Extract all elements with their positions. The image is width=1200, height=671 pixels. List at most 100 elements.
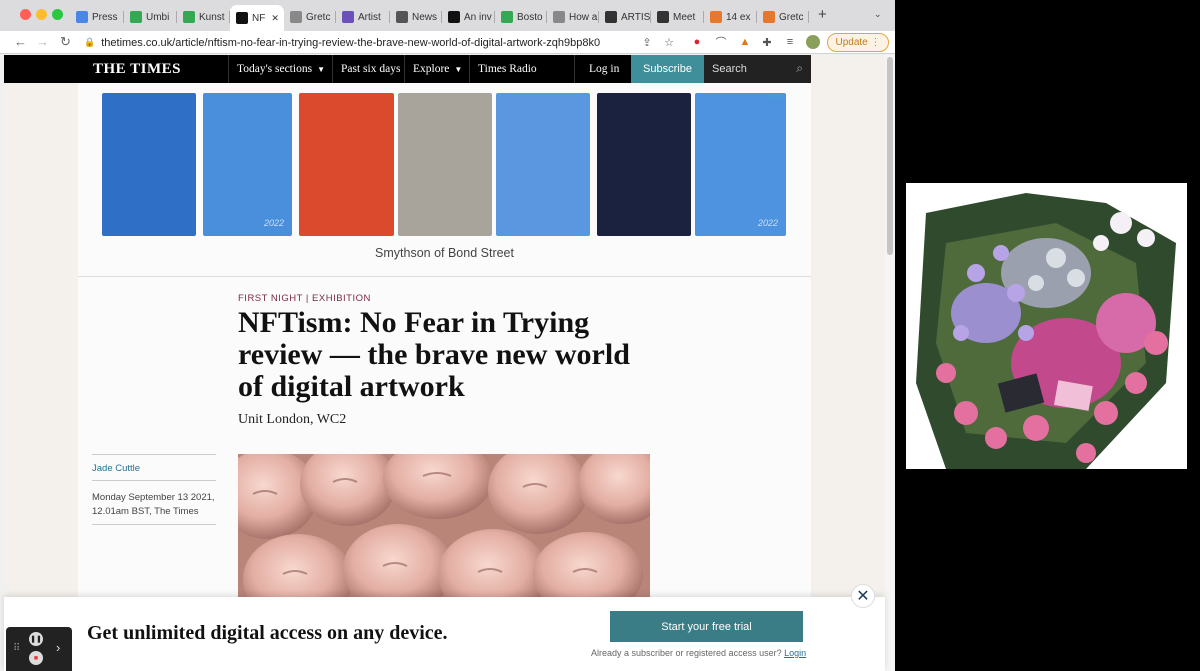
- browser-tab[interactable]: Bosto: [495, 5, 547, 29]
- author-link[interactable]: Jade Cuttle: [92, 463, 140, 474]
- browser-tab[interactable]: 14 ex: [704, 5, 757, 29]
- tab-search-chevron-icon[interactable]: ⌄: [874, 9, 882, 20]
- close-tab-icon[interactable]: ✕: [271, 13, 279, 24]
- favicon-icon: [342, 11, 354, 23]
- article-standfirst: Unit London, WC2: [238, 412, 347, 427]
- extension-icon[interactable]: ⌒: [714, 35, 728, 49]
- notebook-image: [398, 93, 492, 236]
- browser-tab[interactable]: Artist: [336, 5, 390, 29]
- free-trial-button[interactable]: Start your free trial: [610, 611, 803, 642]
- reading-list-icon[interactable]: ≡: [783, 35, 797, 49]
- update-button[interactable]: Update ⋮: [827, 33, 889, 52]
- tab-label: Gretc: [779, 11, 804, 23]
- scrollbar-thumb[interactable]: [887, 57, 893, 255]
- publish-date: Monday September 13 2021, 12.01am BST, T…: [92, 492, 215, 517]
- zoom-window-button[interactable]: [52, 9, 63, 20]
- subscribe-button[interactable]: Subscribe: [631, 55, 704, 83]
- metamask-icon[interactable]: ▲: [738, 35, 752, 49]
- close-icon[interactable]: ✕: [851, 584, 875, 608]
- divider: [92, 454, 216, 455]
- address-bar[interactable]: 🔒 thetimes.co.uk/article/nftism-no-fear-…: [84, 33, 684, 52]
- chevron-down-icon: ▼: [317, 64, 325, 74]
- browser-tab[interactable]: How a: [547, 5, 599, 29]
- tab-label: Artist: [358, 11, 381, 23]
- favicon-icon: [553, 11, 565, 23]
- login-link[interactable]: Login: [784, 648, 806, 658]
- new-tab-button[interactable]: +: [818, 6, 827, 23]
- stop-icon[interactable]: ■: [29, 651, 43, 665]
- forward-icon[interactable]: →: [36, 34, 49, 49]
- search-icon[interactable]: ⌕: [796, 61, 803, 76]
- article-kicker[interactable]: FIRST NIGHT | EXHIBITION: [238, 293, 371, 304]
- drag-handle-icon[interactable]: ⠿: [13, 643, 20, 654]
- browser-tab[interactable]: Meet: [651, 5, 704, 29]
- favicon-icon: [76, 11, 88, 23]
- close-window-button[interactable]: [20, 9, 31, 20]
- browser-tab[interactable]: Kunst: [177, 5, 230, 29]
- chevron-right-icon[interactable]: ›: [56, 640, 60, 655]
- profile-avatar[interactable]: [806, 35, 820, 49]
- page-scrollbar[interactable]: [885, 55, 895, 671]
- notebook-image: [597, 93, 691, 236]
- notebook-image: [102, 93, 196, 236]
- favicon-icon: [710, 11, 722, 23]
- advertisement[interactable]: 2022 2022 ▷ ✕ Smythson of Bond Street: [78, 83, 811, 277]
- tab-label: Umbi: [146, 11, 170, 23]
- search-input[interactable]: Search ⌕: [704, 55, 811, 83]
- adchoices-icon[interactable]: ▷ ✕: [768, 91, 785, 102]
- notebook-image: 2022: [695, 93, 786, 236]
- chevron-down-icon: ▼: [454, 64, 463, 74]
- article-hero-image: [238, 454, 650, 604]
- browser-tab[interactable]: Press: [70, 5, 124, 29]
- minimize-window-button[interactable]: [36, 9, 47, 20]
- favicon-icon: [396, 11, 408, 23]
- paywall-message: Get unlimited digital access on any devi…: [87, 622, 448, 644]
- tab-label: News: [412, 11, 438, 23]
- notebook-image: 2022: [203, 93, 292, 236]
- year-label: 2022: [757, 218, 778, 228]
- notebook-image: [496, 93, 590, 236]
- back-icon[interactable]: ←: [14, 34, 27, 49]
- divider: [92, 480, 216, 481]
- lock-icon: 🔒: [84, 37, 96, 47]
- screen-recorder-widget: ⠿ ❚❚ ■ ›: [6, 627, 72, 671]
- times-logo[interactable]: THE TIMES: [93, 61, 181, 78]
- times-masthead: THE TIMES Today's sections ▼ Past six day…: [4, 55, 811, 83]
- tab-label: ARTIS: [621, 11, 651, 23]
- reload-icon[interactable]: ↻: [60, 34, 71, 50]
- login-link[interactable]: Log in: [574, 55, 631, 83]
- favicon-icon: [130, 11, 142, 23]
- tab-label: Bosto: [517, 11, 543, 23]
- browser-window: Press Umbi Kunst NF ✕ Gretc Artist News An inv Bo…: [0, 0, 895, 671]
- nav-explore[interactable]: Explore ▼: [404, 55, 469, 83]
- nav-times-radio[interactable]: Times Radio: [469, 55, 549, 83]
- browser-tab[interactable]: Gretc: [284, 5, 336, 29]
- paywall-banner: ✕ Get unlimited digital access on any de…: [4, 584, 885, 671]
- tab-label: 14 ex: [726, 11, 751, 23]
- pause-icon[interactable]: ❚❚: [29, 632, 43, 646]
- browser-tab[interactable]: NF ✕: [230, 5, 284, 31]
- tab-separator: [808, 11, 809, 23]
- tab-label: An inv: [464, 11, 492, 23]
- subscriber-login-text: Already a subscriber or registered acces…: [591, 648, 807, 658]
- favicon-icon: [605, 11, 617, 23]
- puzzle-icon[interactable]: ✚: [760, 35, 774, 49]
- ad-caption[interactable]: Smythson of Bond Street: [78, 246, 811, 260]
- browser-tab[interactable]: Gretc: [757, 5, 809, 29]
- notebook-image: [299, 93, 394, 236]
- nav-todays-sections[interactable]: Today's sections ▼: [228, 55, 332, 83]
- browser-tab[interactable]: News: [390, 5, 442, 29]
- screen: Press Umbi Kunst NF ✕ Gretc Artist News An inv Bo…: [0, 0, 1200, 671]
- extension-icon[interactable]: ●: [690, 35, 704, 49]
- browser-tab[interactable]: An inv: [442, 5, 495, 29]
- nav-past-six-days[interactable]: Past six days: [332, 55, 404, 83]
- divider: [92, 524, 216, 525]
- web-page: THE TIMES Today's sections ▼ Past six day…: [4, 55, 885, 671]
- year-label: 2022: [263, 218, 284, 228]
- share-icon[interactable]: ⇪: [640, 35, 654, 49]
- browser-tab[interactable]: ARTIS: [599, 5, 651, 29]
- url-text: thetimes.co.uk/article/nftism-no-fear-in…: [101, 36, 601, 49]
- browser-tab[interactable]: Umbi: [124, 5, 177, 29]
- nft-artwork-image: [906, 183, 1187, 469]
- bookmark-star-icon[interactable]: ☆: [662, 35, 676, 49]
